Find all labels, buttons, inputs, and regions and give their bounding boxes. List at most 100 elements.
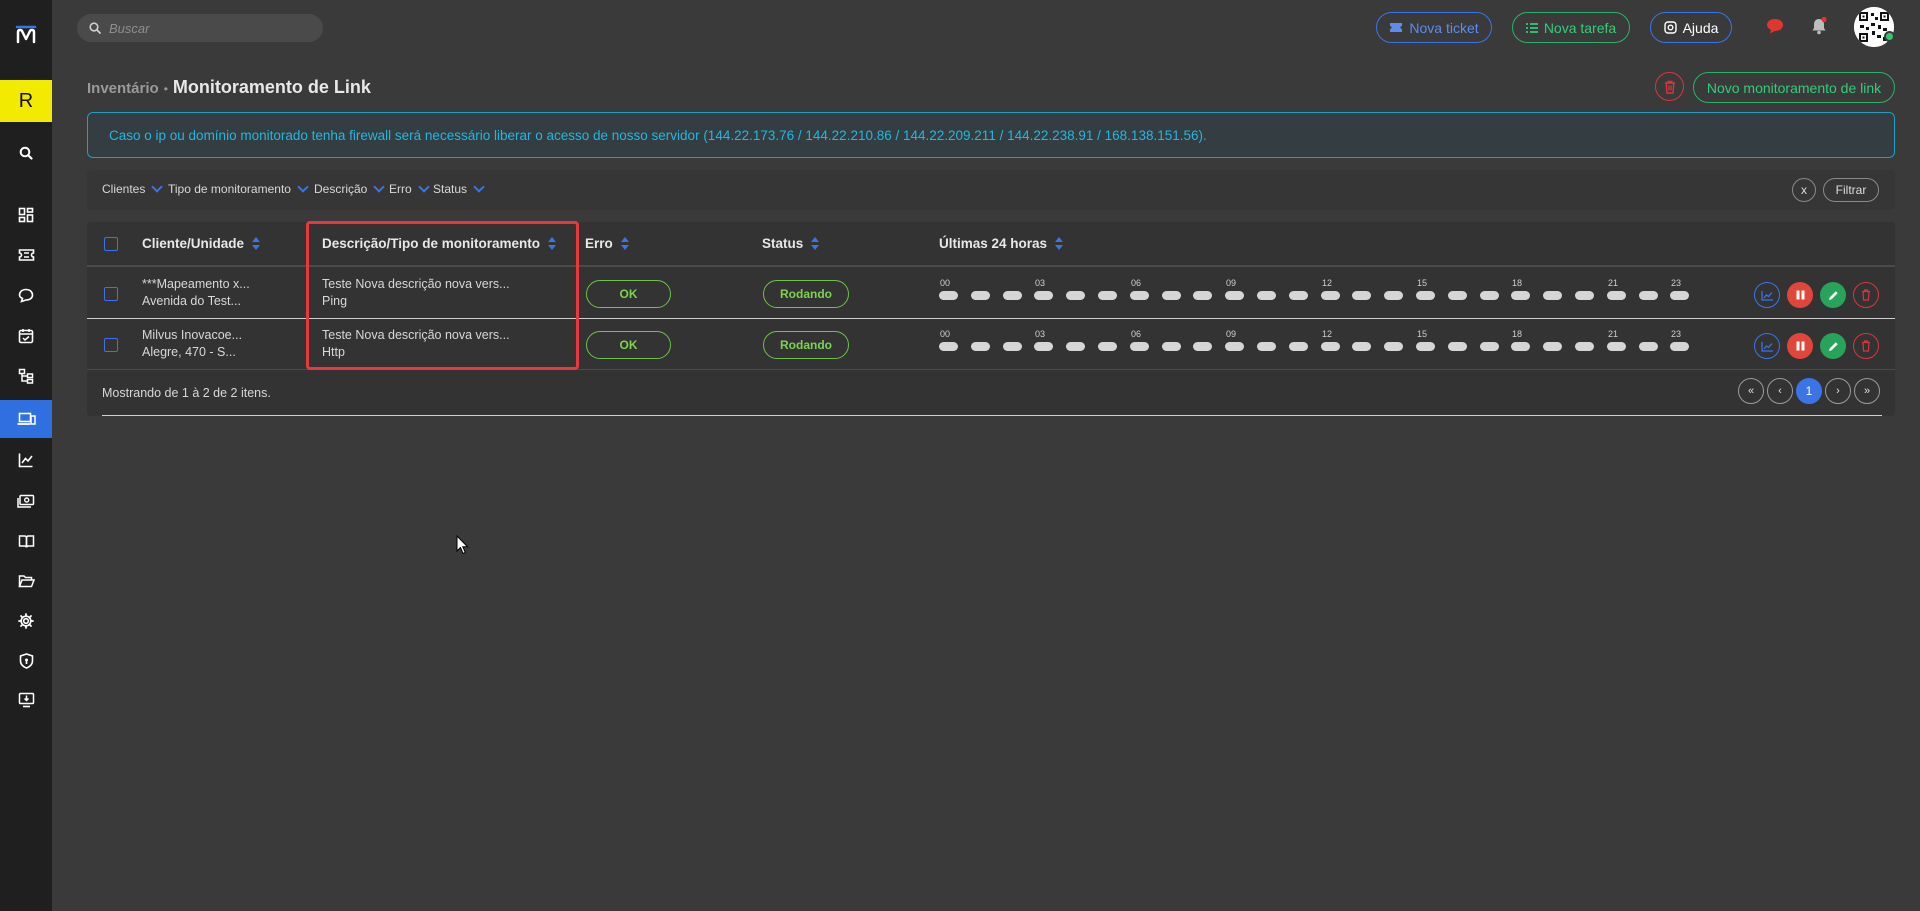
hour-segment[interactable] bbox=[1098, 291, 1117, 300]
sidebar-item-finance[interactable] bbox=[0, 482, 52, 520]
hour-segment[interactable] bbox=[1639, 291, 1658, 300]
hour-segment[interactable] bbox=[971, 291, 990, 300]
app-logo[interactable] bbox=[0, 14, 52, 54]
running-status-badge[interactable]: Rodando bbox=[763, 280, 849, 308]
error-status-badge[interactable]: OK bbox=[586, 280, 671, 308]
view-chart-button[interactable] bbox=[1754, 282, 1780, 308]
hour-segment[interactable] bbox=[1225, 342, 1244, 351]
hour-segment[interactable] bbox=[1321, 342, 1340, 351]
hour-segment[interactable] bbox=[1034, 291, 1053, 300]
row-checkbox[interactable] bbox=[104, 338, 118, 352]
apply-filters-button[interactable]: Filtrar bbox=[1823, 178, 1879, 202]
hour-segment[interactable] bbox=[1098, 342, 1117, 351]
hour-segment[interactable] bbox=[1003, 291, 1022, 300]
hour-segment[interactable] bbox=[1352, 342, 1371, 351]
sidebar-item-tickets[interactable] bbox=[0, 236, 52, 274]
error-status-badge[interactable]: OK bbox=[586, 331, 671, 359]
hour-segment[interactable] bbox=[1670, 291, 1689, 300]
hour-segment[interactable] bbox=[1448, 342, 1467, 351]
edit-button[interactable] bbox=[1820, 333, 1846, 359]
last-page-button[interactable]: » bbox=[1854, 378, 1880, 404]
hour-segment[interactable] bbox=[971, 342, 990, 351]
hour-segment[interactable] bbox=[1193, 291, 1212, 300]
filter-status[interactable]: Status bbox=[433, 181, 485, 196]
hour-segment[interactable] bbox=[1257, 291, 1276, 300]
delete-button[interactable] bbox=[1853, 333, 1879, 359]
hour-segment[interactable] bbox=[1289, 291, 1308, 300]
sidebar-item-calendar[interactable] bbox=[0, 317, 52, 355]
filter-tipo-monitoramento[interactable]: Tipo de monitoramento bbox=[168, 181, 309, 196]
row-checkbox[interactable] bbox=[104, 287, 118, 301]
column-ultimas-24-horas[interactable]: Últimas 24 horas bbox=[939, 236, 1064, 251]
hour-segment[interactable] bbox=[939, 291, 958, 300]
hour-segment[interactable] bbox=[1384, 291, 1403, 300]
next-page-button[interactable]: › bbox=[1825, 378, 1851, 404]
select-all-checkbox[interactable] bbox=[104, 237, 118, 251]
column-erro[interactable]: Erro bbox=[585, 236, 629, 251]
prev-page-button[interactable]: ‹ bbox=[1767, 378, 1793, 404]
pause-button[interactable] bbox=[1787, 333, 1813, 359]
filter-clientes[interactable]: Clientes bbox=[102, 181, 164, 196]
first-page-button[interactable]: « bbox=[1738, 378, 1764, 404]
view-chart-button[interactable] bbox=[1754, 333, 1780, 359]
help-button[interactable]: Ajuda bbox=[1650, 12, 1732, 43]
hour-segment[interactable] bbox=[939, 342, 958, 351]
hour-segment[interactable] bbox=[1352, 291, 1371, 300]
sidebar-item-devices[interactable] bbox=[0, 400, 52, 438]
filter-descricao[interactable]: Descrição bbox=[314, 181, 386, 196]
hour-segment[interactable] bbox=[1575, 342, 1594, 351]
hour-segment[interactable] bbox=[1066, 342, 1085, 351]
column-descricao-tipo[interactable]: Descrição/Tipo de monitoramento bbox=[322, 236, 557, 251]
delete-button[interactable] bbox=[1853, 282, 1879, 308]
hour-segment[interactable] bbox=[1193, 342, 1212, 351]
hour-segment[interactable] bbox=[1639, 342, 1658, 351]
hour-segment[interactable] bbox=[1480, 342, 1499, 351]
search-bar[interactable] bbox=[77, 14, 323, 42]
hour-segment[interactable] bbox=[1130, 291, 1149, 300]
hour-segment[interactable] bbox=[1289, 342, 1308, 351]
hour-segment[interactable] bbox=[1162, 342, 1181, 351]
chat-icon[interactable] bbox=[1763, 14, 1787, 38]
hour-segment[interactable] bbox=[1257, 342, 1276, 351]
search-input[interactable] bbox=[109, 20, 309, 36]
hour-segment[interactable] bbox=[1321, 291, 1340, 300]
hour-segment[interactable] bbox=[1543, 342, 1562, 351]
hour-segment[interactable] bbox=[1511, 342, 1530, 351]
sidebar-item-settings[interactable] bbox=[0, 602, 52, 640]
clear-filters-button[interactable]: x bbox=[1792, 178, 1816, 202]
new-task-button[interactable]: Nova tarefa bbox=[1512, 12, 1630, 43]
hour-segment[interactable] bbox=[1416, 291, 1435, 300]
hour-segment[interactable] bbox=[1416, 342, 1435, 351]
breadcrumb-parent[interactable]: Inventário bbox=[87, 80, 159, 97]
pause-button[interactable] bbox=[1787, 282, 1813, 308]
running-status-badge[interactable]: Rodando bbox=[763, 331, 849, 359]
hour-segment[interactable] bbox=[1543, 291, 1562, 300]
filter-erro[interactable]: Erro bbox=[389, 181, 430, 196]
sidebar-item-search[interactable] bbox=[0, 134, 52, 172]
hour-segment[interactable] bbox=[1607, 342, 1626, 351]
client-cell[interactable]: Milvus Inovacoe... Alegre, 470 - S... bbox=[142, 327, 242, 361]
sidebar-item-dashboard[interactable] bbox=[0, 196, 52, 234]
sidebar-item-downloads[interactable] bbox=[0, 681, 52, 719]
column-cliente-unidade[interactable]: Cliente/Unidade bbox=[142, 236, 261, 251]
hour-segment[interactable] bbox=[1034, 342, 1053, 351]
sidebar-item-files[interactable] bbox=[0, 562, 52, 600]
sidebar-item-reports[interactable] bbox=[0, 441, 52, 479]
new-link-monitor-button[interactable]: Novo monitoramento de link bbox=[1693, 72, 1895, 103]
hour-segment[interactable] bbox=[1130, 342, 1149, 351]
sidebar-item-knowledge[interactable] bbox=[0, 522, 52, 560]
edit-button[interactable] bbox=[1820, 282, 1846, 308]
hour-segment[interactable] bbox=[1480, 291, 1499, 300]
hour-segment[interactable] bbox=[1607, 291, 1626, 300]
hour-segment[interactable] bbox=[1225, 291, 1244, 300]
hour-segment[interactable] bbox=[1670, 342, 1689, 351]
client-cell[interactable]: ***Mapeamento x... Avenida do Test... bbox=[142, 276, 250, 310]
hour-segment[interactable] bbox=[1575, 291, 1594, 300]
hour-segment[interactable] bbox=[1066, 291, 1085, 300]
sidebar-item-security[interactable] bbox=[0, 642, 52, 680]
column-status[interactable]: Status bbox=[762, 236, 820, 251]
hour-segment[interactable] bbox=[1384, 342, 1403, 351]
hour-segment[interactable] bbox=[1448, 291, 1467, 300]
sidebar-item-chat[interactable] bbox=[0, 276, 52, 314]
hour-segment[interactable] bbox=[1162, 291, 1181, 300]
